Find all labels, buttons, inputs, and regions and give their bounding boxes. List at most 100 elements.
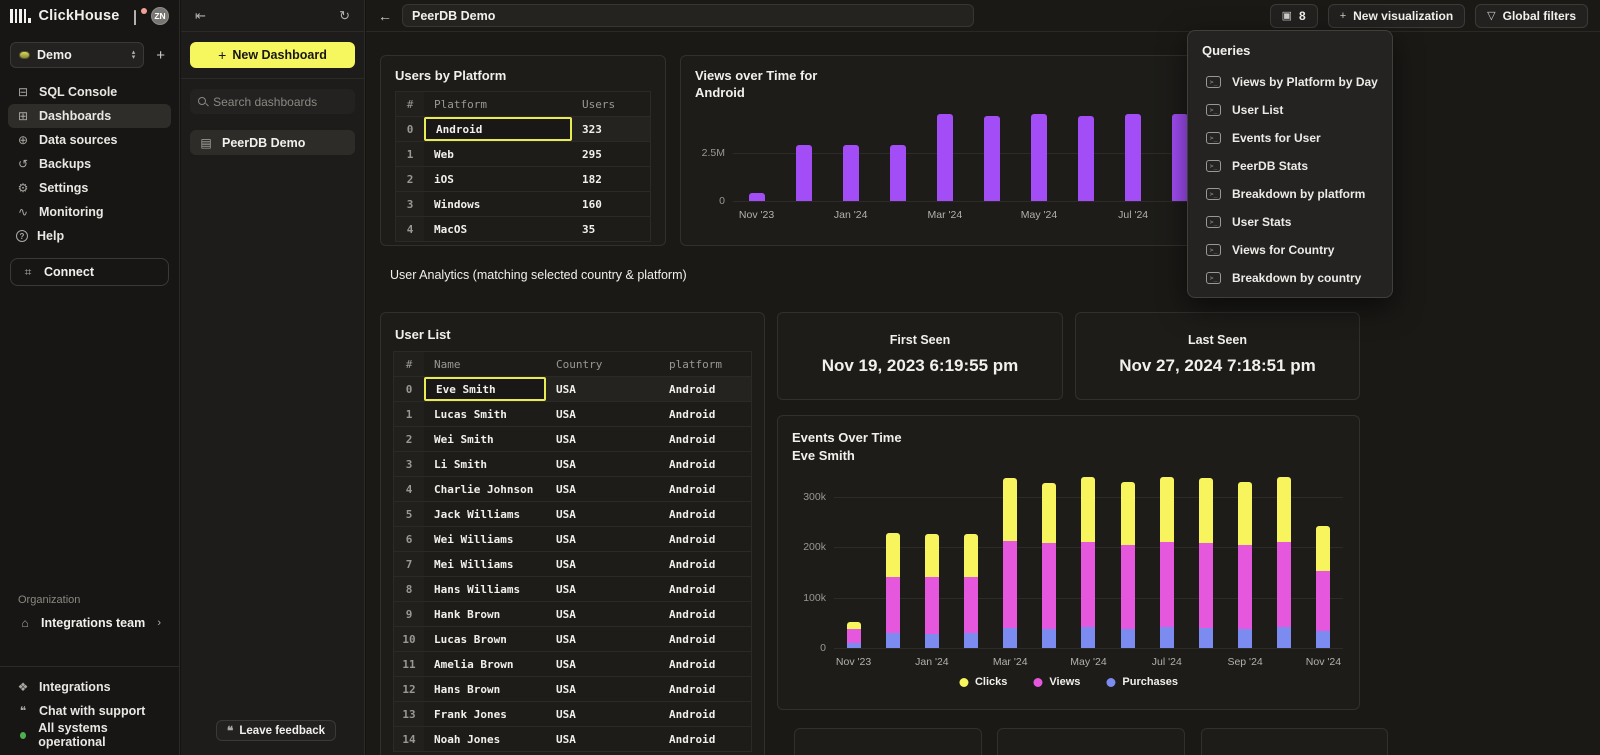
- table-row[interactable]: 1Lucas SmithUSAAndroid: [394, 402, 751, 427]
- notifications-bell-icon[interactable]: [134, 11, 144, 21]
- table-cell[interactable]: USA: [546, 527, 659, 551]
- query-item-views-by-platform-by-day[interactable]: >_Views by Platform by Day: [1202, 68, 1378, 96]
- bar-Feb-24[interactable]: [890, 145, 906, 201]
- table-cell[interactable]: USA: [546, 402, 659, 426]
- table-cell[interactable]: iOS: [424, 167, 572, 191]
- stacked-bar-Oct-24[interactable]: [1277, 477, 1291, 648]
- table-cell[interactable]: USA: [546, 702, 659, 726]
- search-dashboards-input[interactable]: [213, 95, 347, 109]
- visualization-count-button[interactable]: ▣ 8: [1270, 4, 1318, 28]
- table-row[interactable]: 12Hans BrownUSAAndroid: [394, 677, 751, 702]
- table-row[interactable]: 6Wei WilliamsUSAAndroid: [394, 527, 751, 552]
- dashboard-item-peerdb-demo[interactable]: ▤ PeerDB Demo: [190, 130, 355, 155]
- sidebar-item-sql-console[interactable]: ⊟SQL Console: [8, 80, 171, 104]
- bar-Dec-23[interactable]: [796, 145, 812, 201]
- table-row[interactable]: 4MacOS35: [396, 217, 650, 242]
- sidebar-item-integrations[interactable]: ❖Integrations: [8, 675, 171, 699]
- table-cell[interactable]: Hank Brown: [424, 602, 546, 626]
- table-cell[interactable]: Noah Jones: [424, 727, 546, 751]
- stacked-bar-Nov-24[interactable]: [1316, 526, 1330, 648]
- stacked-bar-Jan-24[interactable]: [925, 534, 939, 648]
- table-row[interactable]: 5Jack WilliamsUSAAndroid: [394, 502, 751, 527]
- table-cell[interactable]: Windows: [424, 192, 572, 216]
- query-item-user-list[interactable]: >_User List: [1202, 96, 1378, 124]
- dashboard-search[interactable]: [190, 89, 355, 114]
- stacked-bar-Dec-23[interactable]: [886, 533, 900, 648]
- table-row[interactable]: 4Charlie JohnsonUSAAndroid: [394, 477, 751, 502]
- sidebar-item-settings[interactable]: ⚙Settings: [8, 176, 171, 200]
- collapse-sidebar-icon[interactable]: ⇤: [195, 8, 206, 24]
- legend-item-clicks[interactable]: Clicks: [959, 676, 1007, 688]
- query-item-views-for-country[interactable]: >_Views for Country: [1202, 236, 1378, 264]
- table-row[interactable]: 2Wei SmithUSAAndroid: [394, 427, 751, 452]
- table-row[interactable]: 3Li SmithUSAAndroid: [394, 452, 751, 477]
- global-filters-button[interactable]: ▽ Global filters: [1475, 4, 1588, 28]
- stacked-bar-Nov-23[interactable]: [847, 622, 861, 648]
- table-cell[interactable]: Android: [659, 677, 753, 701]
- table-cell[interactable]: Lucas Brown: [424, 627, 546, 651]
- table-cell[interactable]: USA: [546, 377, 659, 401]
- table-cell[interactable]: Android: [659, 477, 753, 501]
- new-visualization-button[interactable]: + New visualization: [1328, 4, 1465, 28]
- table-row[interactable]: 3Windows160: [396, 192, 650, 217]
- table-cell[interactable]: Android: [659, 452, 753, 476]
- stacked-bar-Aug-24[interactable]: [1199, 478, 1213, 648]
- table-row[interactable]: 0Android323: [396, 117, 650, 142]
- table-row[interactable]: 0Eve SmithUSAAndroid: [394, 377, 751, 402]
- table-row[interactable]: 9Hank BrownUSAAndroid: [394, 602, 751, 627]
- leave-feedback-button[interactable]: ❝ Leave feedback: [216, 720, 336, 741]
- table-row[interactable]: 2iOS182: [396, 167, 650, 192]
- connect-button[interactable]: ⌗ Connect: [10, 258, 169, 286]
- table-cell[interactable]: 323: [572, 117, 652, 141]
- bar-Mar-24[interactable]: [937, 114, 953, 201]
- legend-item-purchases[interactable]: Purchases: [1106, 676, 1178, 688]
- table-cell[interactable]: USA: [546, 677, 659, 701]
- table-row[interactable]: 14Noah JonesUSAAndroid: [394, 727, 751, 752]
- query-item-events-for-user[interactable]: >_Events for User: [1202, 124, 1378, 152]
- table-cell[interactable]: Wei Smith: [424, 427, 546, 451]
- table-cell[interactable]: USA: [546, 727, 659, 751]
- table-cell[interactable]: USA: [546, 602, 659, 626]
- sidebar-item-backups[interactable]: ↺Backups: [8, 152, 171, 176]
- table-cell[interactable]: Amelia Brown: [424, 652, 546, 676]
- table-cell[interactable]: MacOS: [424, 217, 572, 241]
- query-item-breakdown-by-country[interactable]: >_Breakdown by country: [1202, 264, 1378, 292]
- table-cell[interactable]: USA: [546, 652, 659, 676]
- table-cell[interactable]: USA: [546, 552, 659, 576]
- table-cell[interactable]: Hans Brown: [424, 677, 546, 701]
- table-row[interactable]: 10Lucas BrownUSAAndroid: [394, 627, 751, 652]
- table-cell[interactable]: Android: [659, 527, 753, 551]
- stacked-bar-Jun-24[interactable]: [1121, 482, 1135, 648]
- user-avatar[interactable]: ZN: [151, 7, 169, 25]
- sidebar-item-chat-with-support[interactable]: ❝Chat with support: [8, 699, 171, 723]
- table-cell[interactable]: Frank Jones: [424, 702, 546, 726]
- bar-Apr-24[interactable]: [984, 116, 1000, 201]
- bar-Aug-24[interactable]: [1172, 114, 1188, 201]
- table-cell[interactable]: Mei Williams: [424, 552, 546, 576]
- table-cell[interactable]: Android: [424, 117, 572, 141]
- table-cell[interactable]: Android: [659, 727, 753, 751]
- table-cell[interactable]: Android: [659, 702, 753, 726]
- table-cell[interactable]: Android: [659, 502, 753, 526]
- table-cell[interactable]: 182: [572, 167, 652, 191]
- table-cell[interactable]: Charlie Johnson: [424, 477, 546, 501]
- stacked-bar-Jul-24[interactable]: [1160, 477, 1174, 648]
- back-arrow-icon[interactable]: ←: [378, 8, 392, 24]
- sidebar-item-help[interactable]: ?Help: [8, 224, 171, 248]
- table-row[interactable]: 7Mei WilliamsUSAAndroid: [394, 552, 751, 577]
- table-row[interactable]: 1Web295: [396, 142, 650, 167]
- sidebar-item-integrations-team[interactable]: ⌂Integrations team›: [10, 610, 169, 636]
- new-dashboard-button[interactable]: + New Dashboard: [190, 42, 355, 68]
- table-cell[interactable]: Android: [659, 552, 753, 576]
- query-item-breakdown-by-platform[interactable]: >_Breakdown by platform: [1202, 180, 1378, 208]
- stacked-bar-May-24[interactable]: [1081, 477, 1095, 648]
- bar-Jan-24[interactable]: [843, 145, 859, 201]
- table-cell[interactable]: 160: [572, 192, 652, 216]
- workspace-select[interactable]: Demo ▴▾: [10, 42, 144, 68]
- table-cell[interactable]: Hans Williams: [424, 577, 546, 601]
- stacked-bar-Sep-24[interactable]: [1238, 482, 1252, 648]
- table-row[interactable]: 8Hans WilliamsUSAAndroid: [394, 577, 751, 602]
- sidebar-item-system-status[interactable]: All systems operational: [8, 723, 171, 747]
- table-row[interactable]: 11Amelia BrownUSAAndroid: [394, 652, 751, 677]
- table-cell[interactable]: Android: [659, 577, 753, 601]
